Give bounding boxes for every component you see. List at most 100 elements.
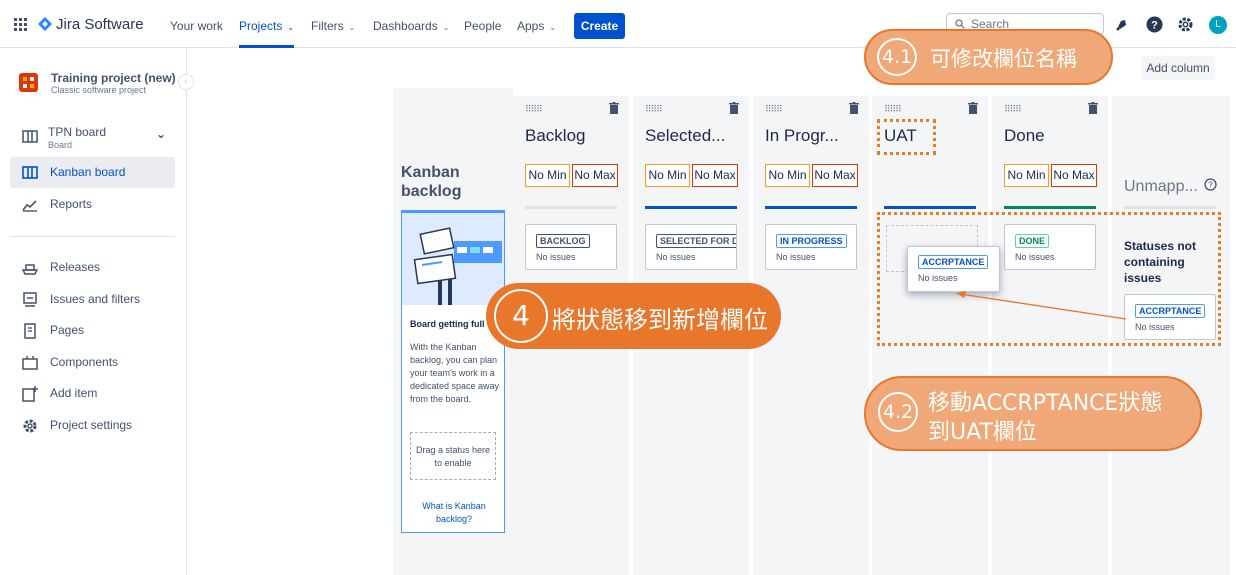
sidebar-item-issues-and-filters[interactable]: Issues and filters <box>10 284 175 315</box>
chart-line-icon <box>22 200 37 212</box>
nav-dashboards[interactable]: Dashboards ⌄ <box>373 0 449 48</box>
nav-your-work[interactable]: Your work <box>170 0 223 48</box>
callout-number: 4 <box>494 289 548 343</box>
trash-icon[interactable] <box>968 102 978 114</box>
board-icon <box>22 130 38 143</box>
search-icon <box>955 19 965 29</box>
chevron-down-icon: ⌄ <box>348 23 356 32</box>
board-selector[interactable]: TPN board Board ⌄ <box>10 119 175 155</box>
backlog-info-panel: Board getting full With the Kanban backl… <box>401 210 505 533</box>
add-item-icon <box>22 386 38 402</box>
sidebar-divider <box>10 236 175 237</box>
chevron-down-icon: ⌄ <box>287 23 295 32</box>
nav-filters[interactable]: Filters ⌄ <box>311 0 355 48</box>
project-name[interactable]: Training project (new) <box>51 71 176 85</box>
backlog-panel-text: With the Kanban backlog, you can plan yo… <box>410 342 500 404</box>
status-lozenge: IN PROGRESS <box>776 234 847 248</box>
nav-filters-label: Filters <box>311 19 344 33</box>
nav-people[interactable]: People <box>464 0 501 48</box>
no-issues-label: No issues <box>656 252 696 262</box>
sidebar-item-label: Kanban board <box>50 165 126 179</box>
callout-4: 4 將狀態移到新增欄位 <box>486 283 781 349</box>
status-card[interactable]: BACKLOG No issues <box>525 224 617 270</box>
app-name[interactable]: Jira Software <box>56 16 144 33</box>
svg-text:?: ? <box>1151 20 1158 32</box>
sidebar-item-reports[interactable]: Reports <box>10 189 175 220</box>
drag-status-dropzone[interactable]: Drag a status here to enable <box>410 432 496 480</box>
status-lozenge: SELECTED FOR DE <box>656 234 736 248</box>
callout-text-line2: 到UAT欄位 <box>928 420 1037 445</box>
chevron-down-icon: ⌄ <box>549 23 557 32</box>
trash-icon[interactable] <box>729 102 739 114</box>
backlog-illustration-icon <box>402 213 504 305</box>
chevron-down-icon: ⌄ <box>442 23 450 32</box>
sidebar-item-add-item[interactable]: Add item <box>10 378 175 409</box>
sidebar-item-components[interactable]: Components <box>10 347 175 378</box>
column-status-bar <box>884 206 976 209</box>
drag-handle-icon[interactable]: ⠿⠿⠿ <box>645 104 663 115</box>
sidebar-item-label: Add item <box>50 386 98 400</box>
sidebar-item-label: Releases <box>50 260 101 274</box>
no-issues-label: No issues <box>776 252 816 262</box>
nav-apps[interactable]: Apps ⌄ <box>517 0 556 48</box>
sidebar-item-pages[interactable]: Pages <box>10 315 175 346</box>
project-sidebar: Training project (new) Classic software … <box>0 48 194 575</box>
column-max-input[interactable]: No Max <box>572 164 618 187</box>
column-min-input[interactable]: No Min <box>765 164 810 187</box>
column-status-bar <box>525 206 617 209</box>
callout-text-line1: 移動ACCRPTANCE狀態 <box>928 391 1163 416</box>
column-min-input[interactable]: No Min <box>525 164 570 187</box>
jira-logo-icon[interactable] <box>38 17 52 31</box>
column-status-bar <box>765 206 857 209</box>
trash-icon[interactable] <box>849 102 859 114</box>
uat-title-highlight <box>877 119 936 155</box>
callout-text: 將狀態移到新增欄位 <box>552 306 768 334</box>
settings-gear-icon[interactable] <box>1177 16 1194 33</box>
app-switcher-icon[interactable] <box>14 18 27 31</box>
create-button[interactable]: Create <box>574 13 625 39</box>
help-icon[interactable]: ? <box>1146 16 1163 33</box>
ship-icon <box>22 264 38 275</box>
issues-icon <box>23 292 37 307</box>
trash-icon[interactable] <box>1088 102 1098 114</box>
column-title[interactable]: Selected... <box>645 126 725 146</box>
column-min-input[interactable]: No Min <box>1004 164 1049 187</box>
what-is-kanban-backlog-link[interactable]: What is Kanban backlog? <box>410 500 498 526</box>
drag-handle-icon[interactable]: ⠿⠿⠿ <box>1004 104 1022 115</box>
callout-number: 4.2 <box>878 392 918 432</box>
sidebar-item-label: Pages <box>50 323 85 337</box>
nav-projects[interactable]: Projects ⌄ <box>239 0 295 48</box>
column-title[interactable]: Done <box>1004 126 1045 146</box>
sidebar-item-label: Issues and filters <box>50 292 141 306</box>
drag-handle-icon[interactable]: ⠿⠿⠿ <box>765 104 783 115</box>
sidebar-item-project-settings[interactable]: Project settings <box>10 410 175 441</box>
unmapped-title: Unmapp... <box>1124 178 1198 195</box>
help-circle-icon[interactable]: ? <box>1204 178 1217 191</box>
no-issues-label: No issues <box>536 252 576 262</box>
status-lozenge: BACKLOG <box>536 234 590 248</box>
status-card[interactable]: IN PROGRESS No issues <box>765 224 857 270</box>
column-min-input[interactable]: No Min <box>645 164 690 187</box>
component-icon <box>22 356 38 370</box>
column-title[interactable]: Backlog <box>525 126 585 146</box>
sidebar-item-releases[interactable]: Releases <box>10 252 175 283</box>
drag-handle-icon[interactable]: ⠿⠿⠿ <box>525 104 543 115</box>
project-avatar-icon <box>19 73 38 92</box>
trash-icon[interactable] <box>609 102 619 114</box>
column-max-input[interactable]: No Max <box>812 164 858 187</box>
sidebar-item-kanban-board[interactable]: Kanban board <box>10 157 175 188</box>
status-card[interactable]: SELECTED FOR DE No issues <box>645 224 737 270</box>
chevron-down-icon: ⌄ <box>156 127 167 141</box>
column-max-input[interactable]: No Max <box>692 164 738 187</box>
sidebar-item-label: Project settings <box>50 418 133 432</box>
column-max-input[interactable]: No Max <box>1051 164 1097 187</box>
column-status-bar <box>645 206 737 209</box>
collapse-sidebar-button[interactable]: ‹ <box>178 74 194 90</box>
callout-4-2: 4.2 移動ACCRPTANCE狀態 到UAT欄位 <box>864 376 1202 451</box>
drag-handle-icon[interactable]: ⠿⠿⠿ <box>884 104 902 115</box>
add-column-button[interactable]: Add column <box>1141 56 1215 80</box>
avatar[interactable]: L <box>1209 16 1227 34</box>
notifications-icon[interactable] <box>1115 17 1129 31</box>
nav-projects-label: Projects <box>239 19 283 33</box>
column-title[interactable]: In Progr... <box>765 126 839 146</box>
